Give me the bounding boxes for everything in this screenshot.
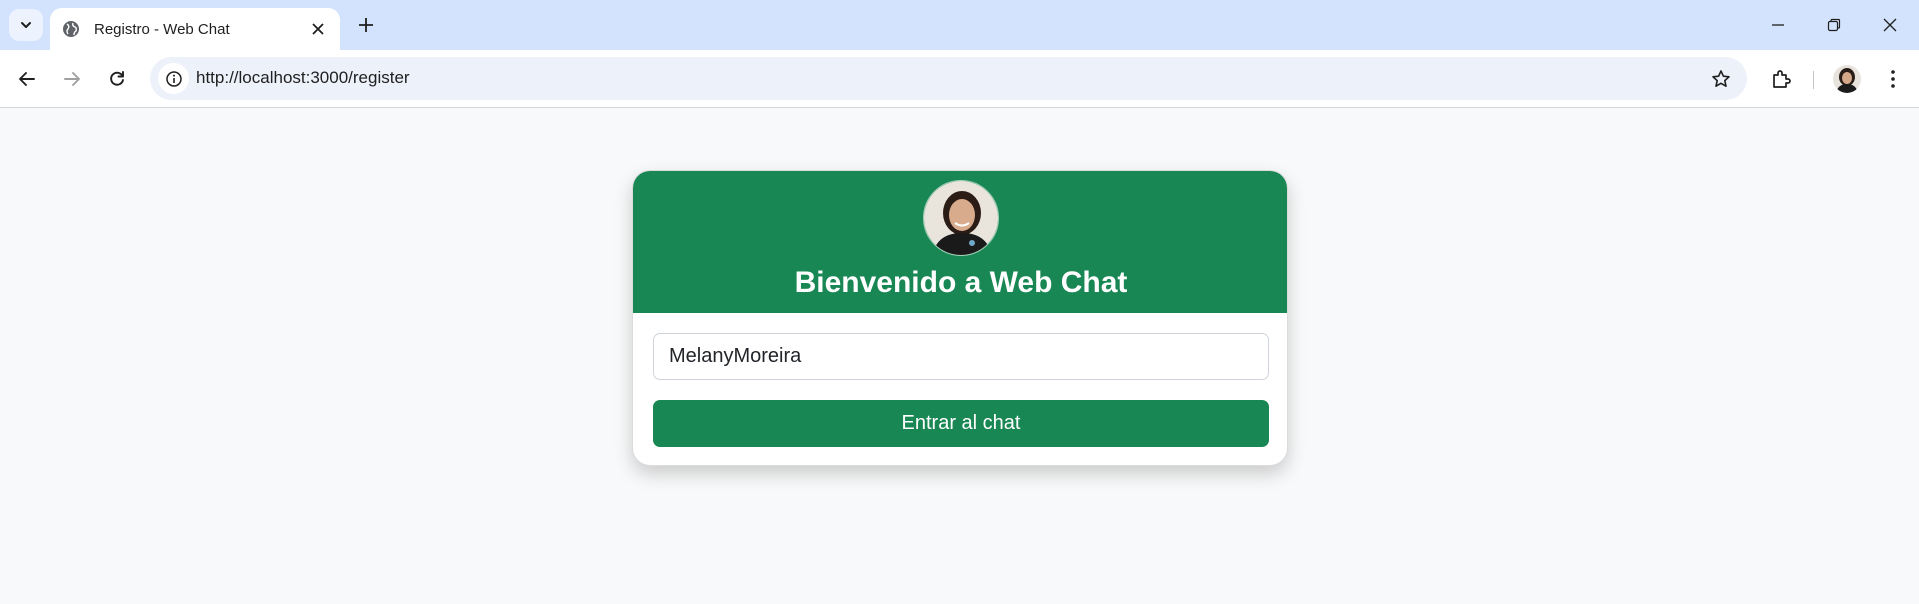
- active-tab[interactable]: Registro - Web Chat: [50, 8, 340, 50]
- url-text: http://localhost:3000/register: [196, 68, 410, 87]
- reload-icon: [108, 70, 126, 88]
- welcome-heading: Bienvenido a Web Chat: [794, 266, 1128, 299]
- username-input[interactable]: [653, 333, 1269, 380]
- window-close-icon: [1883, 18, 1897, 32]
- kebab-menu-icon: [1890, 69, 1896, 89]
- forward-arrow-icon: [63, 70, 81, 88]
- minimize-button[interactable]: [1765, 12, 1791, 38]
- back-button[interactable]: [11, 63, 43, 95]
- restore-icon: [1827, 18, 1841, 32]
- back-arrow-icon: [18, 70, 36, 88]
- profile-avatar[interactable]: [1833, 65, 1861, 93]
- chevron-down-icon: [19, 18, 33, 32]
- extensions-icon: [1771, 68, 1793, 90]
- tab-strip: Registro - Web Chat: [0, 0, 1919, 50]
- new-tab-button[interactable]: [352, 11, 380, 39]
- forward-button[interactable]: [56, 63, 88, 95]
- tab-close-icon[interactable]: [308, 19, 328, 39]
- globe-icon: [62, 20, 80, 38]
- tab-title: Registro - Web Chat: [94, 20, 230, 38]
- window-close-button[interactable]: [1877, 12, 1903, 38]
- enter-chat-button[interactable]: Entrar al chat: [653, 400, 1269, 447]
- user-avatar: [923, 180, 999, 256]
- info-icon[interactable]: [158, 63, 189, 94]
- browser-toolbar: http://localhost:3000/register: [0, 50, 1919, 108]
- minimize-icon: [1771, 18, 1785, 32]
- address-bar[interactable]: http://localhost:3000/register: [150, 57, 1747, 100]
- toolbar-divider: [1813, 71, 1814, 89]
- plus-icon: [358, 17, 374, 33]
- register-card: Bienvenido a Web Chat Entrar al chat: [632, 170, 1288, 466]
- tab-search-button[interactable]: [9, 9, 43, 41]
- bookmark-star-icon[interactable]: [1709, 67, 1733, 91]
- restore-button[interactable]: [1821, 12, 1847, 38]
- card-header: Bienvenido a Web Chat: [633, 171, 1287, 313]
- reload-button[interactable]: [101, 63, 133, 95]
- extensions-button[interactable]: [1766, 63, 1798, 95]
- browser-menu-button[interactable]: [1877, 63, 1909, 95]
